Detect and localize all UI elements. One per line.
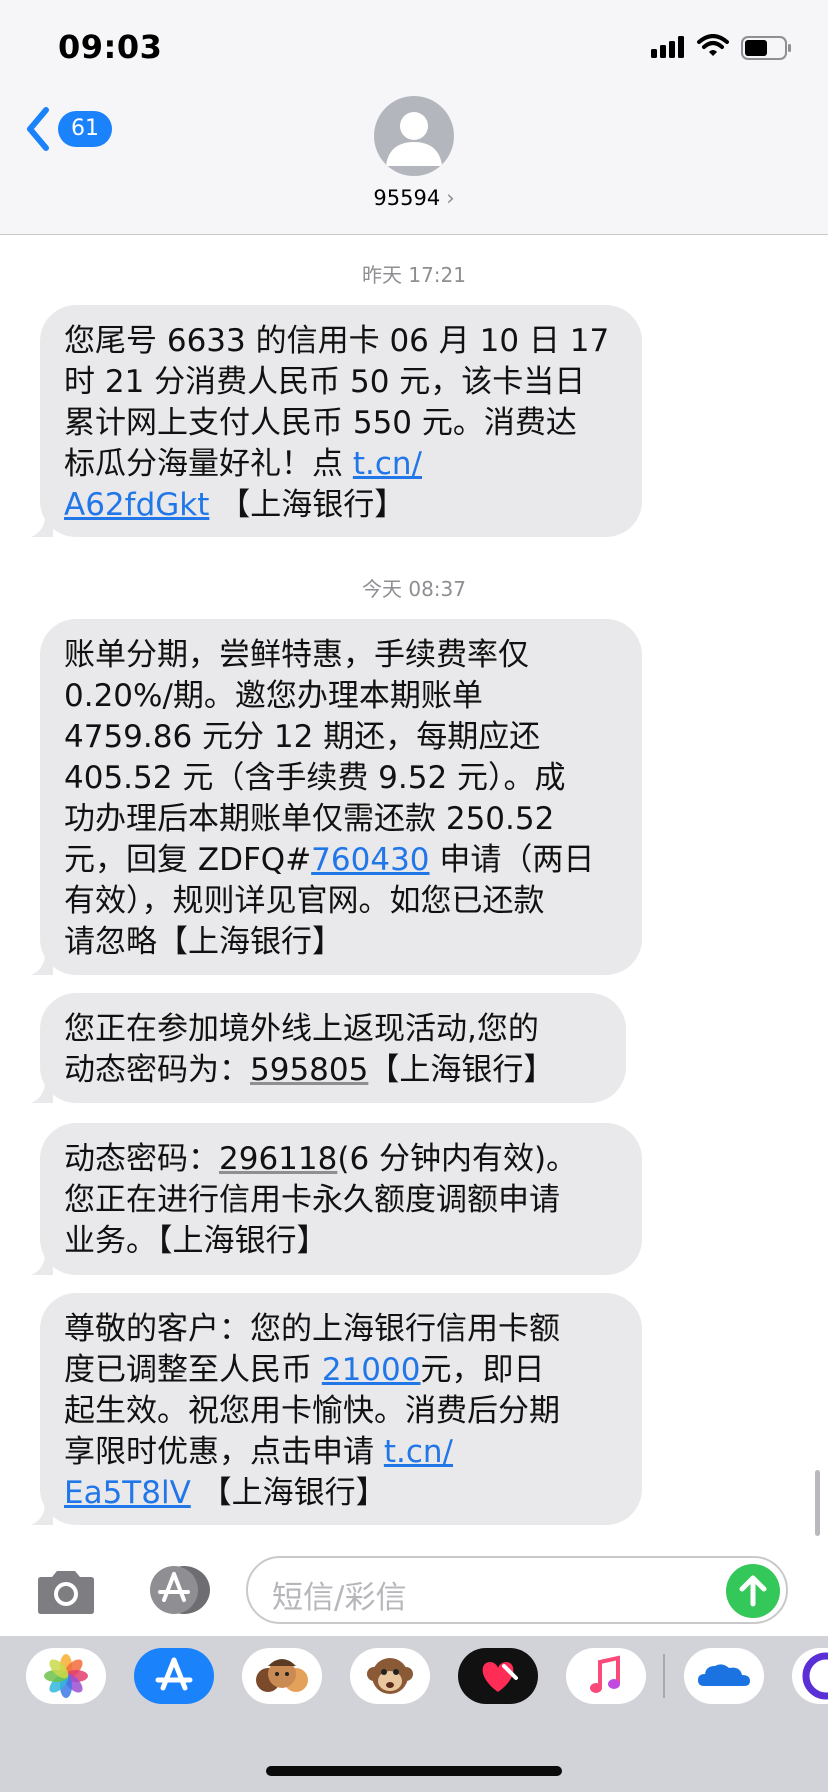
message-line: 时 21 分消费人民币 50 元，该卡当日: [64, 364, 586, 400]
chevron-left-icon: [27, 107, 49, 151]
contact-name[interactable]: 95594 ›: [0, 186, 828, 210]
message-link[interactable]: 760430: [311, 842, 429, 878]
message-bubble[interactable]: 您正在参加境外线上返现活动,您的 动态密码为：595805【上海银行】: [31, 993, 626, 1103]
wifi-icon: [697, 34, 729, 56]
amount-link[interactable]: 21000: [322, 1352, 421, 1388]
message-line: 动态密码为：595805【上海银行】: [64, 1050, 602, 1091]
message-line: 您尾号 6633 的信用卡 06 月 10 日 17: [64, 323, 610, 359]
message-line: 度已调整至人民币 21000元，即日: [64, 1350, 618, 1391]
message-text: 标瓜分海量好礼！点: [64, 446, 353, 482]
app-store-drawer-button[interactable]: [134, 1648, 214, 1704]
message-line: 405.52 元（含手续费 9.52 元）。成: [64, 760, 566, 796]
memoji-icon: [256, 1659, 308, 1692]
message-text: 度已调整至人民币: [64, 1352, 322, 1388]
message-line: 有效），规则详见官网。如您已还款: [64, 883, 545, 919]
photos-app-button[interactable]: [26, 1648, 106, 1704]
message-text: 动态密码为：: [64, 1052, 250, 1088]
message-text: 元，回复 ZDFQ#: [64, 842, 312, 878]
arrow-up-icon: [739, 1575, 767, 1607]
message-line: Ea5T8lV 【上海银行】: [64, 1473, 618, 1514]
timestamp: 今天 08:37: [362, 577, 466, 601]
bubble-tail: [31, 1081, 53, 1103]
send-button[interactable]: [726, 1564, 780, 1618]
photos-icon: [44, 1654, 88, 1698]
bubble-tail: [31, 515, 53, 537]
message-text: 申请（两日: [429, 842, 595, 878]
message-bubble[interactable]: 尊敬的客户：您的上海银行信用卡额 度已调整至人民币 21000元，即日 起生效。…: [31, 1293, 642, 1525]
message-text: (6 分钟内有效)。: [337, 1141, 578, 1177]
message-composer: 短信/彩信: [0, 1546, 828, 1636]
message-input[interactable]: 短信/彩信: [246, 1556, 788, 1624]
bubble-tail: [31, 953, 53, 975]
animoji-app-button[interactable]: [350, 1648, 430, 1704]
app-store-icon: [150, 1566, 210, 1614]
message-text: 享限时优惠，点击申请: [64, 1434, 384, 1470]
bubble-tail: [31, 1253, 53, 1275]
message-line: 您正在参加境外线上返现活动,您的: [64, 1011, 539, 1047]
message-line: 功办理后本期账单仅需还款 250.52: [64, 801, 555, 837]
chevron-right-icon: ›: [446, 186, 455, 210]
message-line: 业务。【上海银行】: [64, 1223, 328, 1259]
message-line: A62fdGkt 【上海银行】: [64, 485, 618, 526]
message-line: 账单分期，尝鲜特惠，手续费率仅: [64, 637, 529, 673]
monkey-icon: [367, 1658, 413, 1694]
one-time-code[interactable]: 595805: [250, 1052, 368, 1088]
message-line: 元，回复 ZDFQ#760430 申请（两日: [64, 840, 618, 881]
message-line: 4759.86 元分 12 期还，每期应还: [64, 719, 541, 755]
scroll-indicator[interactable]: [815, 1470, 820, 1536]
message-bubble[interactable]: 动态密码：296118(6 分钟内有效)。 您正在进行信用卡永久额度调额申请 业…: [31, 1123, 642, 1275]
message-line: 尊敬的客户：您的上海银行信用卡额: [64, 1311, 560, 1347]
message-line: 您正在进行信用卡永久额度调额申请: [64, 1182, 560, 1218]
message-text: 【上海银行】: [200, 1475, 387, 1511]
message-link[interactable]: t.cn/: [353, 446, 422, 482]
cellular-signal-icon: [651, 36, 684, 58]
music-app-button[interactable]: [566, 1648, 646, 1704]
message-link[interactable]: A62fdGkt: [64, 487, 209, 523]
music-note-icon: [590, 1655, 620, 1693]
message-link[interactable]: t.cn/: [384, 1434, 453, 1470]
app-store-button[interactable]: [140, 1564, 212, 1616]
back-button[interactable]: 61: [24, 106, 134, 152]
one-time-code[interactable]: 296118: [219, 1141, 337, 1177]
memoji-app-button[interactable]: [242, 1648, 322, 1704]
cloud-icon: [698, 1664, 750, 1686]
heart-icon: [482, 1662, 518, 1692]
next-app-button[interactable]: [792, 1648, 828, 1704]
message-line: 0.20%/期。邀您办理本期账单: [64, 678, 483, 714]
message-line: 享限时优惠，点击申请 t.cn/: [64, 1432, 618, 1473]
contact-avatar[interactable]: [374, 96, 454, 176]
home-indicator[interactable]: [266, 1766, 562, 1776]
battery-icon: [741, 36, 791, 60]
status-time: 09:03: [58, 28, 163, 66]
status-bar: 09:03: [0, 0, 828, 90]
message-input-placeholder: 短信/彩信: [272, 1580, 407, 1616]
imessage-app-drawer: [0, 1636, 828, 1792]
camera-icon[interactable]: [34, 1568, 98, 1616]
onedrive-app-button[interactable]: [684, 1648, 764, 1704]
person-icon: [386, 112, 442, 166]
message-line: 动态密码：296118(6 分钟内有效)。: [64, 1139, 618, 1180]
message-line: 标瓜分海量好礼！点 t.cn/: [64, 444, 618, 485]
timestamp: 昨天 17:21: [362, 263, 466, 287]
message-line: 累计网上支付人民币 550 元。消费达: [64, 405, 577, 441]
digital-touch-app-button[interactable]: [458, 1648, 538, 1704]
unread-count-badge: 61: [58, 111, 112, 147]
contact-number: 95594: [373, 186, 441, 210]
message-thread[interactable]: 昨天 17:21 您尾号 6633 的信用卡 06 月 10 日 17 时 21…: [0, 235, 828, 1545]
drawer-divider: [663, 1654, 665, 1698]
message-line: 请忽略【上海银行】: [64, 924, 343, 960]
message-link[interactable]: Ea5T8lV: [64, 1475, 191, 1511]
app-circle-icon: [802, 1652, 828, 1700]
message-text: 元，即日: [420, 1352, 545, 1388]
message-text: 【上海银行】: [368, 1052, 555, 1088]
message-text: 【上海银行】: [219, 487, 406, 523]
message-bubble[interactable]: 您尾号 6633 的信用卡 06 月 10 日 17 时 21 分消费人民币 5…: [31, 305, 642, 537]
app-store-icon: [155, 1657, 193, 1691]
message-bubble[interactable]: 账单分期，尝鲜特惠，手续费率仅 0.20%/期。邀您办理本期账单 4759.86…: [31, 619, 642, 975]
bubble-tail: [31, 1503, 53, 1525]
message-text: 动态密码：: [64, 1141, 219, 1177]
message-line: 起生效。祝您用卡愉快。消费后分期: [64, 1393, 560, 1429]
